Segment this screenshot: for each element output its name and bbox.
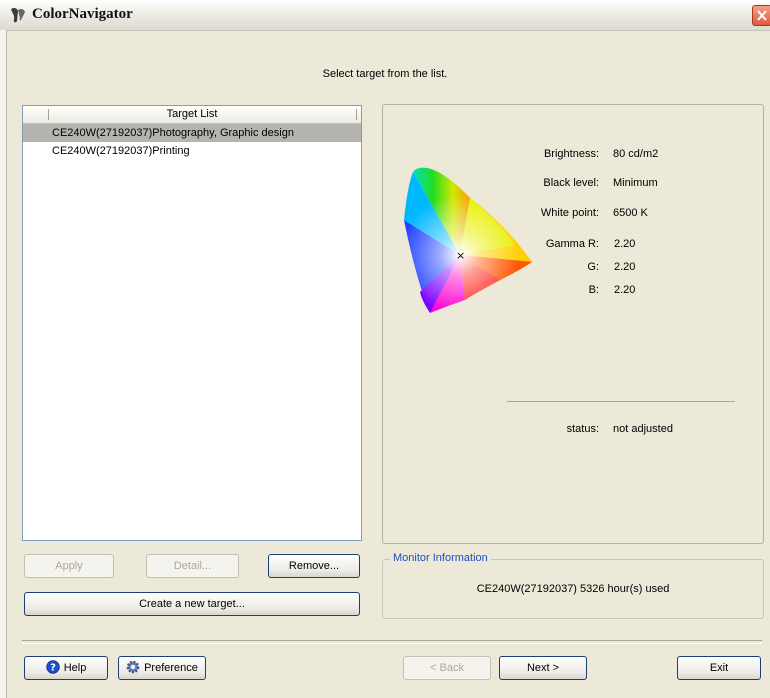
- gamma-r-value: 2.20: [614, 238, 636, 250]
- brightness-value: 80 cd/m2: [613, 148, 659, 160]
- instruction-text: Select target from the list.: [322, 68, 448, 80]
- svg-text:?: ?: [50, 663, 56, 674]
- column-divider: [48, 109, 49, 120]
- target-list[interactable]: Target List CE240W(27192037)Photography,…: [22, 105, 362, 541]
- next-button-label: Next >: [526, 662, 560, 674]
- target-list-header[interactable]: Target List: [23, 106, 361, 124]
- app-logo-icon: [8, 5, 28, 25]
- exit-button[interactable]: Exit: [677, 656, 761, 680]
- apply-button-label: Apply: [55, 560, 83, 572]
- remove-button[interactable]: Remove...: [268, 554, 360, 578]
- divider: [507, 401, 735, 402]
- status-label: status:: [566, 423, 599, 435]
- black-level-label: Black level:: [543, 177, 599, 189]
- list-item[interactable]: CE240W(27192037)Photography, Graphic des…: [23, 124, 361, 142]
- gamma-g-value: 2.20: [614, 261, 636, 273]
- white-point-label: White point:: [540, 207, 599, 219]
- close-icon: [757, 10, 767, 21]
- help-button-label: Help: [63, 662, 87, 674]
- gamma-b-value: 2.20: [614, 284, 636, 296]
- gamma-b-label: B:: [588, 284, 599, 296]
- white-point-value: 6500 K: [613, 207, 648, 219]
- remove-button-label: Remove...: [288, 560, 340, 572]
- create-target-button-label: Create a new target...: [139, 598, 245, 610]
- preference-button[interactable]: Preference: [118, 656, 206, 680]
- window-frame: [0, 30, 7, 698]
- list-item-label: CE240W(27192037)Printing: [52, 145, 190, 157]
- list-item[interactable]: CE240W(27192037)Printing: [23, 142, 361, 160]
- list-item-label: CE240W(27192037)Photography, Graphic des…: [52, 127, 294, 139]
- preference-button-label: Preference: [144, 662, 198, 674]
- black-level-value: Minimum: [613, 177, 658, 189]
- column-divider: [356, 109, 357, 120]
- gear-icon: [126, 660, 140, 674]
- detail-button-label: Detail...: [173, 560, 212, 572]
- help-button[interactable]: ? Help: [24, 656, 108, 680]
- close-button[interactable]: [752, 5, 770, 26]
- gamma-g-label: G:: [587, 261, 599, 273]
- target-list-header-label: Target List: [166, 108, 218, 120]
- window-title: ColorNavigator: [32, 6, 133, 22]
- gamma-r-label: Gamma R:: [545, 238, 599, 250]
- exit-button-label: Exit: [709, 662, 729, 674]
- monitor-information-legend: Monitor Information: [390, 552, 491, 564]
- status-value: not adjusted: [613, 423, 673, 435]
- help-icon: ?: [45, 660, 60, 674]
- footer-separator: [22, 640, 762, 644]
- brightness-label: Brightness:: [543, 148, 599, 160]
- back-button-label: < Back: [430, 662, 464, 674]
- create-target-button[interactable]: Create a new target...: [24, 592, 360, 616]
- back-button[interactable]: < Back: [403, 656, 491, 680]
- apply-button[interactable]: Apply: [24, 554, 114, 578]
- next-button[interactable]: Next >: [499, 656, 587, 680]
- detail-button[interactable]: Detail...: [146, 554, 239, 578]
- monitor-information-text: CE240W(27192037) 5326 hour(s) used: [476, 583, 670, 595]
